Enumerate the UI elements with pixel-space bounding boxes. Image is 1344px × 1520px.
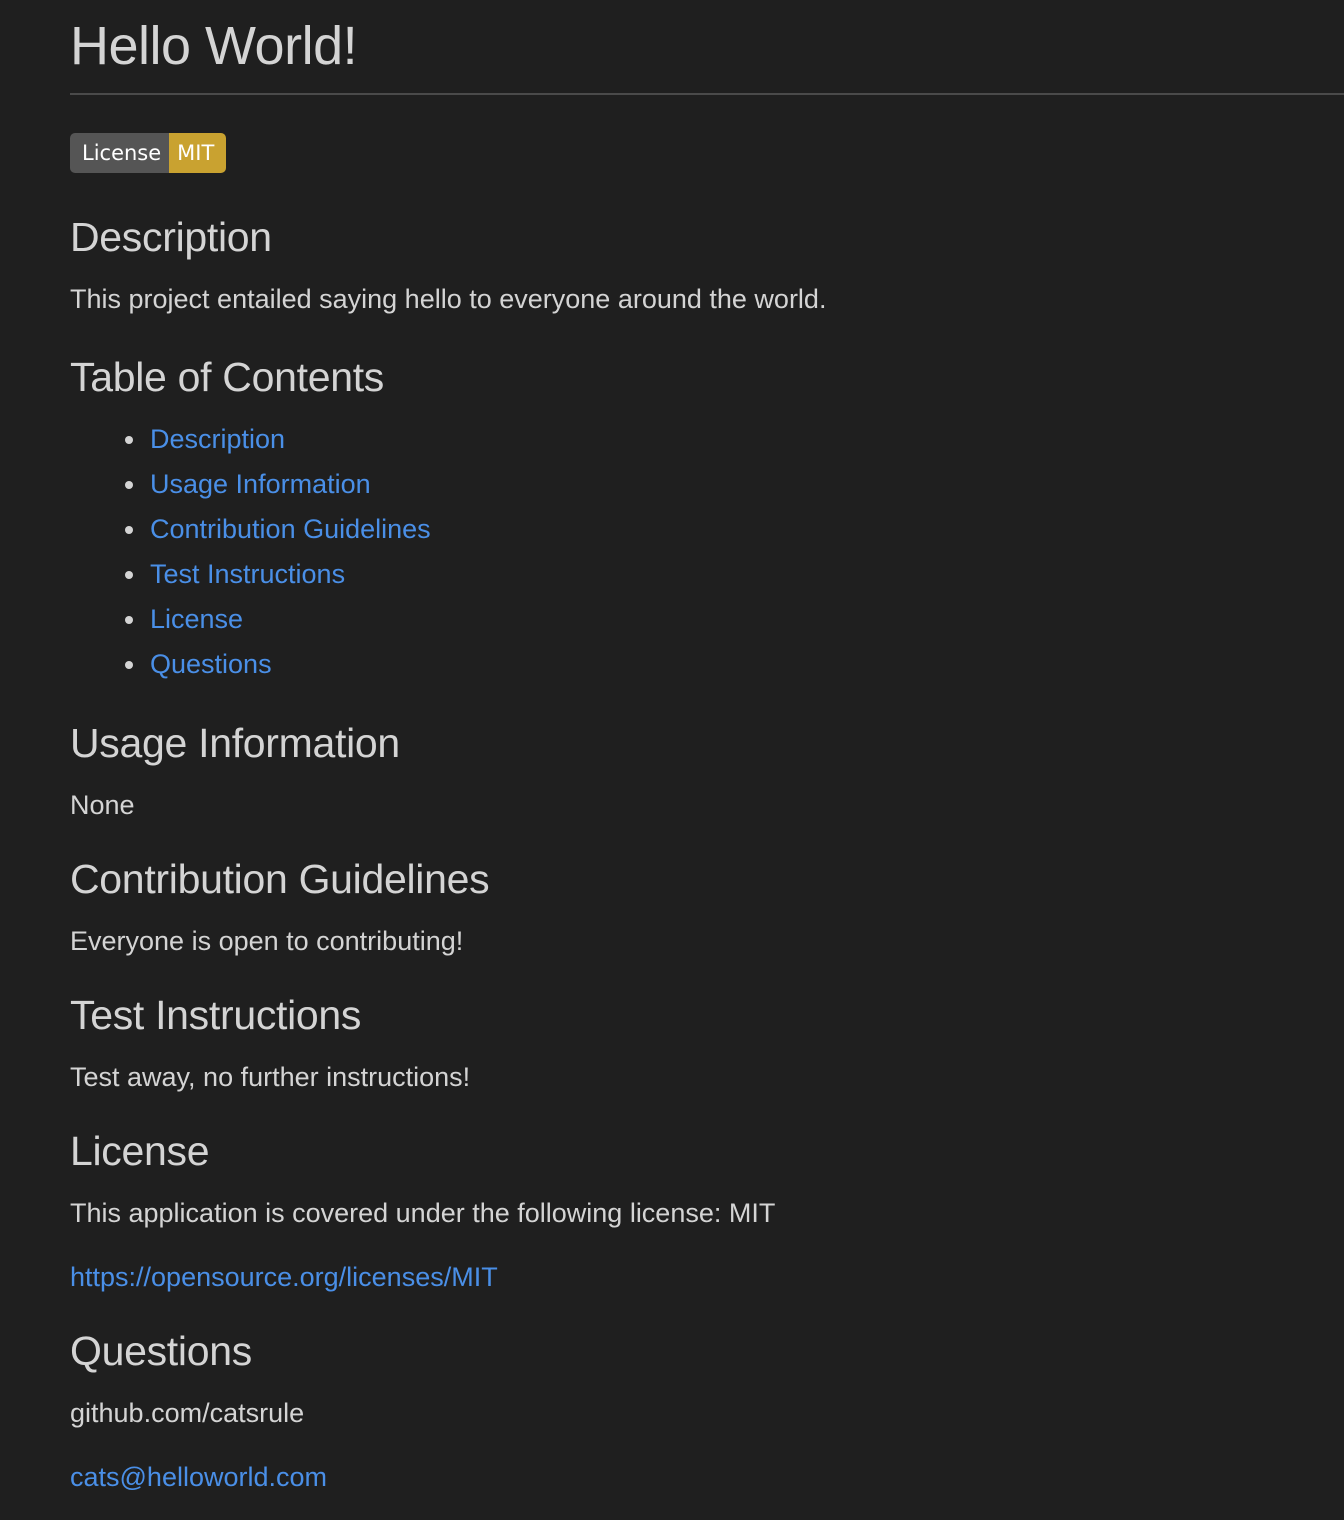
badge-value: MIT [169,133,227,173]
toc-item: Test Instructions [125,552,1344,597]
toc-list: Description Usage Information Contributi… [70,417,1344,687]
toc-item: Description [125,417,1344,462]
usage-heading: Usage Information [70,720,400,766]
license-text: This application is covered under the fo… [70,1198,776,1228]
usage-text: None [70,790,135,820]
toc-link-questions[interactable]: Questions [150,649,272,679]
toc-link-tests[interactable]: Test Instructions [150,559,345,589]
questions-heading: Questions [70,1328,252,1374]
title-divider [70,93,1344,95]
tests-text: Test away, no further instructions! [70,1062,471,1092]
toc-item: Questions [125,642,1344,687]
page-title: Hello World! [70,16,358,76]
toc-item: Contribution Guidelines [125,507,1344,552]
toc-link-description[interactable]: Description [150,424,285,454]
github-text: github.com/catsrule [70,1398,305,1428]
toc-heading: Table of Contents [70,354,384,400]
toc-link-usage[interactable]: Usage Information [150,469,371,499]
license-link-row: https://opensource.org/licenses/MIT [70,1259,1344,1295]
description-heading: Description [70,214,272,260]
contribution-text: Everyone is open to contributing! [70,926,464,956]
toc-link-license[interactable]: License [150,604,243,634]
toc-item: Usage Information [125,462,1344,507]
toc-item: License [125,597,1344,642]
tests-heading: Test Instructions [70,992,362,1038]
email-link[interactable]: cats@helloworld.com [70,1462,327,1492]
license-link[interactable]: https://opensource.org/licenses/MIT [70,1262,498,1292]
email-row: cats@helloworld.com [70,1459,1344,1495]
toc-link-contribution[interactable]: Contribution Guidelines [150,514,431,544]
description-text: This project entailed saying hello to ev… [70,284,827,314]
badge-label: License [70,133,170,173]
contribution-heading: Contribution Guidelines [70,856,490,902]
readme-preview: Hello World! License MIT Description Thi… [70,0,1344,1495]
license-heading: License [70,1128,210,1174]
license-badge: License MIT [70,133,227,173]
